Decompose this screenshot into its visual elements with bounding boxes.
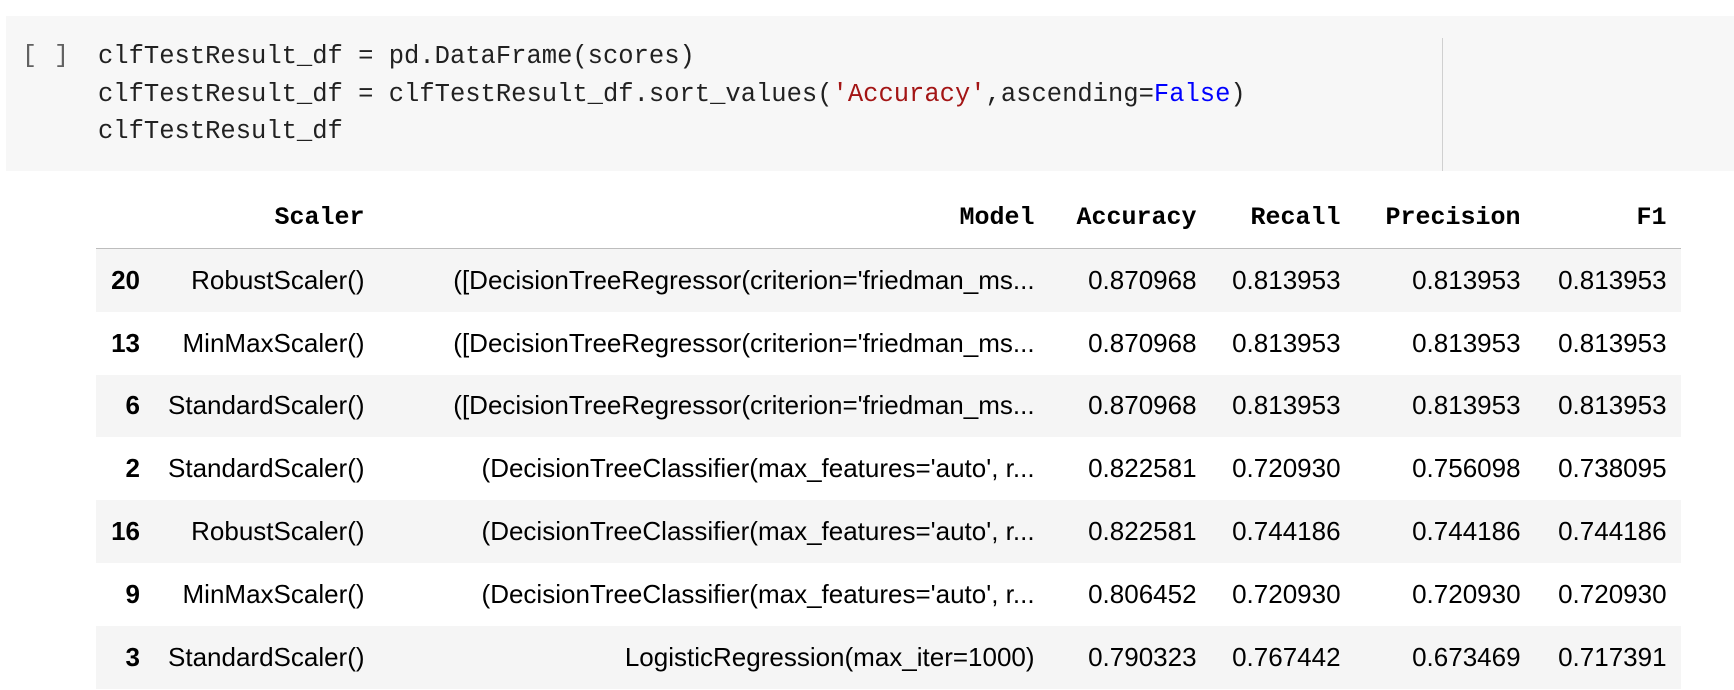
- header-model: Model: [378, 186, 1049, 249]
- run-cell-button[interactable]: [ ]: [22, 41, 70, 70]
- cell-recall: 0.720930: [1232, 453, 1341, 484]
- table-row: 20 RobustScaler() ([DecisionTreeRegresso…: [96, 248, 1681, 312]
- row-index: 20: [111, 264, 140, 295]
- cell-f1: 0.744186: [1558, 516, 1667, 547]
- cell-precision: 0.756098: [1412, 453, 1521, 484]
- cell-precision: 0.813953: [1412, 390, 1521, 421]
- header-scaler: Scaler: [154, 186, 379, 249]
- cell-accuracy: 0.870968: [1088, 264, 1197, 295]
- cell-scaler: MinMaxScaler(): [182, 327, 365, 358]
- cell-f1: 0.813953: [1558, 264, 1667, 295]
- row-index: 9: [125, 578, 140, 609]
- header-precision: Precision: [1354, 186, 1535, 249]
- cell-scaler: RobustScaler(): [191, 516, 365, 547]
- code-text: ,ascending=: [985, 79, 1154, 109]
- cell-precision: 0.813953: [1412, 327, 1521, 358]
- table-row: 13 MinMaxScaler() ([DecisionTreeRegresso…: [96, 311, 1681, 375]
- code-line-3: clfTestResult_df: [98, 117, 343, 146]
- cell-model: ([DecisionTreeRegressor(criterion='fried…: [453, 264, 1035, 295]
- table-row: 6 StandardScaler() ([DecisionTreeRegress…: [96, 374, 1681, 438]
- cell-f1: 0.813953: [1558, 390, 1667, 421]
- cell-f1: 0.738095: [1558, 453, 1667, 484]
- cell-scaler: StandardScaler(): [168, 453, 365, 484]
- cell-output: Scaler Model Accuracy Recall Precision F…: [96, 186, 1696, 689]
- dataframe-table: Scaler Model Accuracy Recall Precision F…: [96, 186, 1681, 689]
- cell-accuracy: 0.806452: [1088, 578, 1197, 609]
- table-row: 2 StandardScaler() (DecisionTreeClassifi…: [96, 437, 1681, 501]
- cell-recall: 0.813953: [1232, 390, 1341, 421]
- cell-f1: 0.813953: [1558, 327, 1667, 358]
- row-index: 2: [125, 453, 140, 484]
- cell-recall: 0.813953: [1232, 264, 1341, 295]
- row-index: 16: [111, 516, 140, 547]
- header-index: [96, 186, 154, 249]
- cell-model: (DecisionTreeClassifier(max_features='au…: [481, 453, 1035, 484]
- table-row: 16 RobustScaler() (DecisionTreeClassifie…: [96, 500, 1681, 563]
- code-editor[interactable]: clfTestResult_df = pd.DataFrame(scores) c…: [98, 38, 1246, 151]
- cell-recall: 0.744186: [1232, 516, 1341, 547]
- cell-scaler: RobustScaler(): [191, 264, 365, 295]
- cell-accuracy: 0.790323: [1088, 641, 1197, 672]
- cell-recall: 0.813953: [1232, 327, 1341, 358]
- row-index: 3: [125, 641, 140, 672]
- cell-scaler: StandardScaler(): [168, 641, 365, 672]
- cell-precision: 0.673469: [1412, 641, 1521, 672]
- code-text: ): [1230, 79, 1246, 109]
- cell-precision: 0.813953: [1412, 264, 1521, 295]
- cell-accuracy: 0.822581: [1088, 516, 1197, 547]
- cell-divider: [1442, 38, 1443, 171]
- string-literal: 'Accuracy': [832, 79, 986, 109]
- cell-precision: 0.744186: [1412, 516, 1521, 547]
- cell-recall: 0.720930: [1232, 578, 1341, 609]
- cell-precision: 0.720930: [1412, 578, 1521, 609]
- code-line-1: clfTestResult_df = pd.DataFrame(scores): [98, 42, 695, 71]
- cell-model: (DecisionTreeClassifier(max_features='au…: [481, 578, 1035, 609]
- cell-f1: 0.717391: [1558, 641, 1667, 672]
- cell-accuracy: 0.870968: [1088, 390, 1197, 421]
- cell-accuracy: 0.822581: [1088, 453, 1197, 484]
- cell-scaler: StandardScaler(): [168, 390, 365, 421]
- cell-model: LogisticRegression(max_iter=1000): [624, 641, 1035, 672]
- table-header-row: Scaler Model Accuracy Recall Precision F…: [96, 186, 1681, 249]
- code-cell[interactable]: [ ] clfTestResult_df = pd.DataFrame(scor…: [6, 16, 1734, 171]
- code-text: clfTestResult_df = clfTestResult_df.sort…: [98, 79, 833, 109]
- cell-model: (DecisionTreeClassifier(max_features='au…: [481, 516, 1035, 547]
- cell-model: ([DecisionTreeRegressor(criterion='fried…: [453, 390, 1035, 421]
- row-index: 13: [111, 327, 140, 358]
- table-row: 3 StandardScaler() LogisticRegression(ma…: [96, 625, 1681, 689]
- header-accuracy: Accuracy: [1048, 186, 1211, 249]
- keyword-literal: False: [1153, 79, 1231, 109]
- cell-f1: 0.720930: [1558, 578, 1667, 609]
- header-f1: F1: [1534, 186, 1681, 249]
- code-line-2: clfTestResult_df = clfTestResult_df.sort…: [98, 76, 1246, 114]
- table-row: 9 MinMaxScaler() (DecisionTreeClassifier…: [96, 562, 1681, 626]
- cell-scaler: MinMaxScaler(): [182, 578, 365, 609]
- cell-model: ([DecisionTreeRegressor(criterion='fried…: [453, 327, 1035, 358]
- header-recall: Recall: [1210, 186, 1355, 249]
- row-index: 6: [125, 390, 140, 421]
- cell-recall: 0.767442: [1232, 641, 1341, 672]
- cell-accuracy: 0.870968: [1088, 327, 1197, 358]
